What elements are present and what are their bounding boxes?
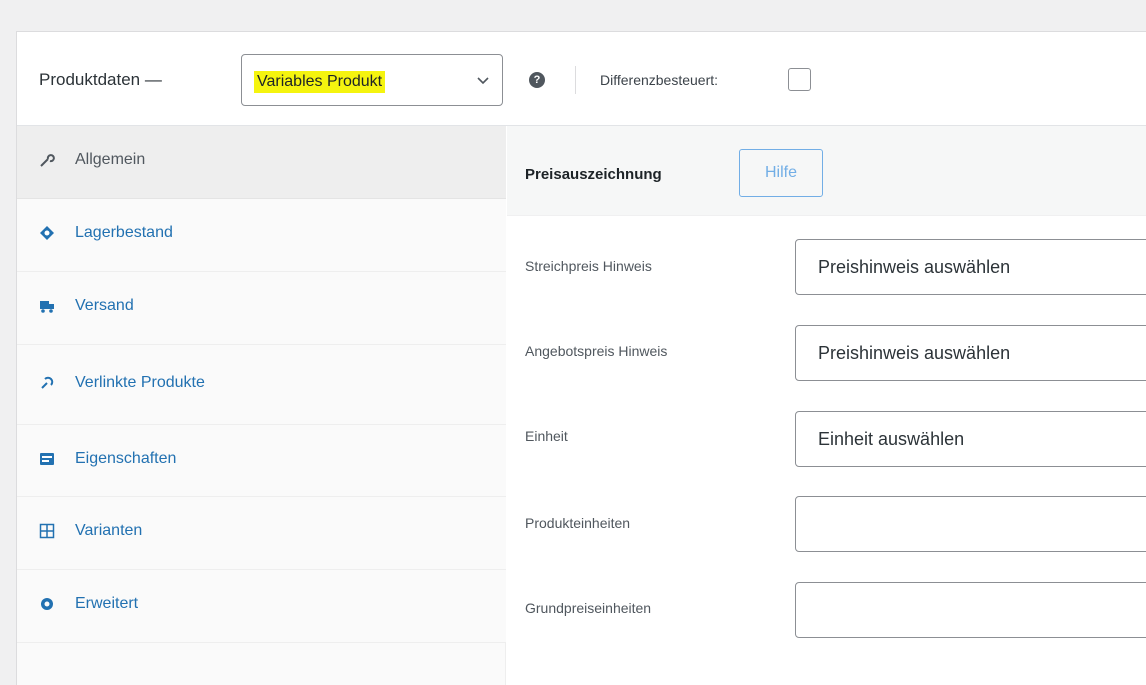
- tab-eigenschaften[interactable]: Eigenschaften: [17, 425, 506, 497]
- tab-versand[interactable]: Versand: [17, 272, 506, 345]
- question-circle-icon[interactable]: ?: [529, 72, 545, 88]
- help-button[interactable]: Hilfe: [739, 149, 823, 197]
- field-label: Produkteinheiten: [525, 515, 631, 531]
- wrench-icon: [39, 152, 55, 168]
- field-label: Angebotspreis Hinweis: [525, 343, 668, 359]
- tab-label: Allgemein: [75, 151, 146, 168]
- product-type-select[interactable]: Variables Produkt: [241, 54, 503, 106]
- tab-allgemein[interactable]: Allgemein: [17, 126, 506, 199]
- tab-erweitert[interactable]: Erweitert: [17, 570, 506, 643]
- tab-label: Varianten: [75, 522, 143, 539]
- section-title: Preisauszeichnung: [525, 166, 662, 183]
- product-type-value: Variables Produkt: [254, 71, 386, 93]
- chevron-down-icon: [476, 73, 490, 87]
- tab-lagerbestand[interactable]: Lagerbestand: [17, 199, 506, 272]
- product-data-tabs: Allgemein Lagerbestand Versand Verlinkte…: [17, 126, 506, 685]
- tab-label: Eigenschaften: [75, 450, 177, 467]
- strike-price-note-select[interactable]: Preishinweis auswählen: [795, 239, 1146, 295]
- field-label: Streichpreis Hinweis: [525, 258, 652, 274]
- field-label: Grundpreiseinheiten: [525, 600, 652, 616]
- list-icon: [39, 451, 55, 467]
- panel-title: Produktdaten —: [39, 70, 162, 89]
- product-units-input[interactable]: [795, 496, 1146, 552]
- section-header: Preisauszeichnung Hilfe: [507, 126, 1146, 216]
- divider: [575, 66, 576, 94]
- truck-icon: [39, 298, 55, 314]
- tab-verlinkte-produkte[interactable]: Verlinkte Produkte: [17, 345, 506, 425]
- tab-varianten[interactable]: Varianten: [17, 497, 506, 570]
- diff-taxation-checkbox[interactable]: [788, 68, 811, 91]
- general-tab-content: Preisauszeichnung Hilfe Streichpreis Hin…: [507, 126, 1146, 685]
- gear-icon: [39, 596, 55, 612]
- tab-label: Verlinkte Produkte: [75, 374, 205, 391]
- link-icon: [39, 375, 55, 391]
- unit-select[interactable]: Einheit auswählen: [795, 411, 1146, 467]
- diff-taxation-label: Differenzbesteuert:: [600, 72, 719, 88]
- tab-label: Erweitert: [75, 595, 139, 612]
- tab-label: Lagerbestand: [75, 224, 173, 241]
- panel-header: Produktdaten — Variables Produkt ? Diffe…: [17, 32, 1146, 126]
- product-data-panel: Produktdaten — Variables Produkt ? Diffe…: [16, 31, 1146, 685]
- stock-icon: [39, 225, 55, 241]
- base-price-units-input[interactable]: [795, 582, 1146, 638]
- field-label: Einheit: [525, 428, 568, 444]
- sale-price-note-select[interactable]: Preishinweis auswählen: [795, 325, 1146, 381]
- grid-icon: [39, 523, 55, 539]
- tab-label: Versand: [75, 297, 134, 314]
